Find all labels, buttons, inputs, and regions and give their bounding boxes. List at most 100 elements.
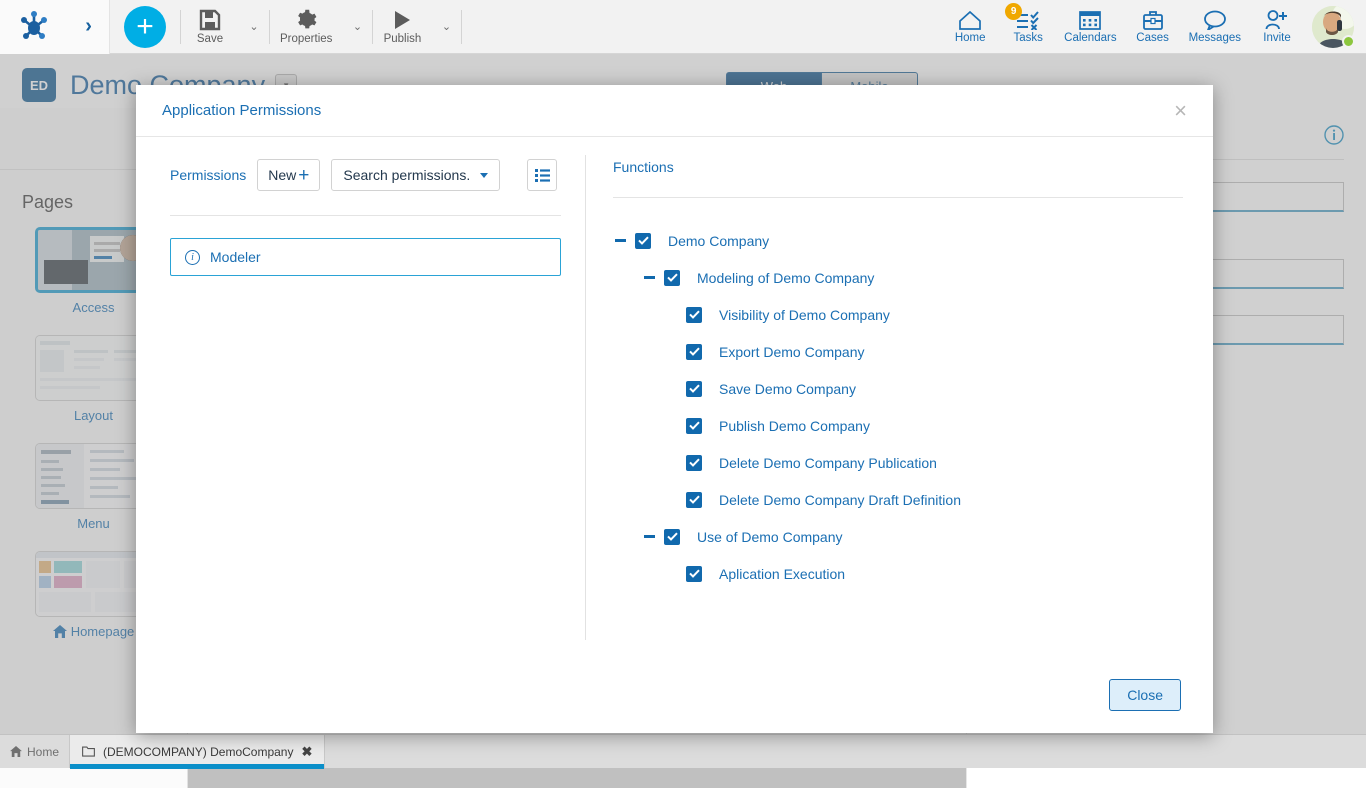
new-permission-label: New — [268, 167, 296, 183]
function-checkbox[interactable] — [686, 418, 702, 434]
toolbar-divider — [461, 10, 462, 44]
close-button[interactable]: Close — [1109, 679, 1181, 711]
home-icon — [10, 746, 22, 757]
nav-home-label: Home — [955, 32, 986, 44]
nav-invite[interactable]: Invite — [1248, 0, 1306, 54]
plus-icon: + — [298, 166, 309, 185]
nav-home[interactable]: Home — [941, 0, 999, 54]
chat-icon — [1203, 10, 1227, 30]
properties-chevron-down-icon[interactable]: ⌄ — [342, 0, 372, 54]
functions-label: Functions — [613, 159, 1183, 175]
save-label: Save — [197, 33, 223, 45]
function-tree-row[interactable]: Delete Demo Company Draft Definition — [664, 481, 1183, 518]
taskbar-home-button[interactable]: Home — [0, 735, 70, 768]
permission-item-modeler[interactable]: i Modeler — [170, 238, 561, 276]
dialog-header: Application Permissions × — [136, 85, 1213, 137]
user-plus-icon — [1265, 10, 1289, 30]
function-checkbox[interactable] — [686, 492, 702, 508]
publish-label: Publish — [384, 33, 422, 45]
app-logo-icon[interactable] — [17, 11, 51, 43]
gear-icon — [295, 9, 317, 31]
save-chevron-down-icon[interactable]: ⌄ — [239, 0, 269, 54]
list-icon — [535, 169, 550, 182]
collapse-minus-icon[interactable] — [613, 234, 627, 248]
nav-calendars[interactable]: Calendars — [1057, 0, 1123, 54]
functions-divider — [613, 197, 1183, 198]
properties-label: Properties — [280, 33, 332, 45]
function-checkbox[interactable] — [686, 566, 702, 582]
nav-messages[interactable]: Messages — [1182, 0, 1248, 54]
taskbar: Home (DEMOCOMPANY) DemoCompany ✖ — [0, 734, 1366, 768]
tasks-badge: 9 — [1005, 3, 1022, 20]
nav-cases[interactable]: Cases — [1124, 0, 1182, 54]
info-icon: i — [185, 250, 200, 265]
permissions-divider — [170, 215, 561, 216]
function-tree-row[interactable]: Visibility of Demo Company — [664, 296, 1183, 333]
function-checkbox[interactable] — [686, 381, 702, 397]
permissions-label: Permissions — [170, 167, 246, 183]
function-label: Delete Demo Company Draft Definition — [719, 492, 961, 508]
function-label: Aplication Execution — [719, 566, 845, 582]
status-online-indicator — [1342, 35, 1355, 48]
nav-calendars-label: Calendars — [1064, 32, 1116, 44]
function-label: Delete Demo Company Publication — [719, 455, 937, 471]
folder-icon — [82, 746, 95, 757]
calendar-icon — [1079, 10, 1101, 30]
chevron-down-icon — [480, 173, 488, 178]
function-label: Use of Demo Company — [697, 529, 843, 545]
function-label: Demo Company — [668, 233, 769, 249]
close-icon[interactable]: ✖ — [301, 744, 312, 760]
function-tree-row[interactable]: Delete Demo Company Publication — [664, 444, 1183, 481]
sidebar-expand-chevron-right-icon[interactable]: › — [85, 15, 92, 38]
collapse-minus-icon[interactable] — [642, 530, 656, 544]
permissions-toolbar: Permissions New + Search permissions. — [170, 159, 561, 191]
nav-tasks[interactable]: 9 Tasks — [999, 0, 1057, 54]
function-tree-row[interactable]: Export Demo Company — [664, 333, 1183, 370]
function-checkbox[interactable] — [686, 455, 702, 471]
function-tree-row[interactable]: Publish Demo Company — [664, 407, 1183, 444]
avatar[interactable] — [1312, 6, 1354, 48]
permission-item-label: Modeler — [210, 249, 261, 265]
permissions-column: Permissions New + Search permissions. — [136, 137, 585, 657]
function-label: Export Demo Company — [719, 344, 865, 360]
function-tree-row[interactable]: Use of Demo Company — [642, 518, 1183, 555]
briefcase-icon — [1142, 10, 1164, 30]
list-view-button[interactable] — [527, 159, 557, 191]
function-label: Publish Demo Company — [719, 418, 870, 434]
main-toolbar: › + Save ⌄ Properties ⌄ Publish ⌄ Home — [0, 0, 1366, 54]
function-checkbox[interactable] — [664, 529, 680, 545]
properties-button[interactable]: Properties — [270, 0, 342, 54]
add-button[interactable]: + — [124, 6, 166, 48]
save-button[interactable]: Save — [181, 0, 239, 54]
search-permissions-dropdown[interactable]: Search permissions. — [331, 159, 500, 191]
save-icon — [199, 9, 221, 31]
function-checkbox[interactable] — [686, 344, 702, 360]
play-icon — [391, 9, 413, 31]
function-label: Visibility of Demo Company — [719, 307, 890, 323]
close-icon[interactable]: × — [1174, 100, 1187, 122]
search-permissions-label: Search permissions. — [343, 167, 470, 183]
collapse-minus-icon[interactable] — [642, 271, 656, 285]
dialog-footer: Close — [136, 657, 1213, 733]
function-label: Save Demo Company — [719, 381, 856, 397]
dialog-title: Application Permissions — [162, 102, 321, 119]
function-tree-row[interactable]: Aplication Execution — [664, 555, 1183, 592]
function-tree-row[interactable]: Save Demo Company — [664, 370, 1183, 407]
taskbar-tab[interactable]: (DEMOCOMPANY) DemoCompany ✖ — [70, 735, 325, 768]
function-tree-row[interactable]: Demo Company — [613, 222, 1183, 259]
function-tree-row[interactable]: Modeling of Demo Company — [642, 259, 1183, 296]
function-checkbox[interactable] — [635, 233, 651, 249]
nav-messages-label: Messages — [1189, 32, 1241, 44]
nav-tasks-label: Tasks — [1013, 32, 1042, 44]
new-permission-button[interactable]: New + — [257, 159, 320, 191]
publish-chevron-down-icon[interactable]: ⌄ — [431, 0, 461, 54]
function-checkbox[interactable] — [664, 270, 680, 286]
functions-column: Functions Demo Company Modeling of Demo C… — [586, 137, 1213, 657]
nav-invite-label: Invite — [1263, 32, 1291, 44]
taskbar-tab-label: (DEMOCOMPANY) DemoCompany — [103, 745, 293, 759]
function-checkbox[interactable] — [686, 307, 702, 323]
home-icon — [958, 10, 982, 30]
publish-button[interactable]: Publish — [373, 0, 431, 54]
dialog-body: Permissions New + Search permissions. — [136, 137, 1213, 657]
functions-tree: Demo Company Modeling of Demo Company Visi… — [613, 222, 1183, 592]
